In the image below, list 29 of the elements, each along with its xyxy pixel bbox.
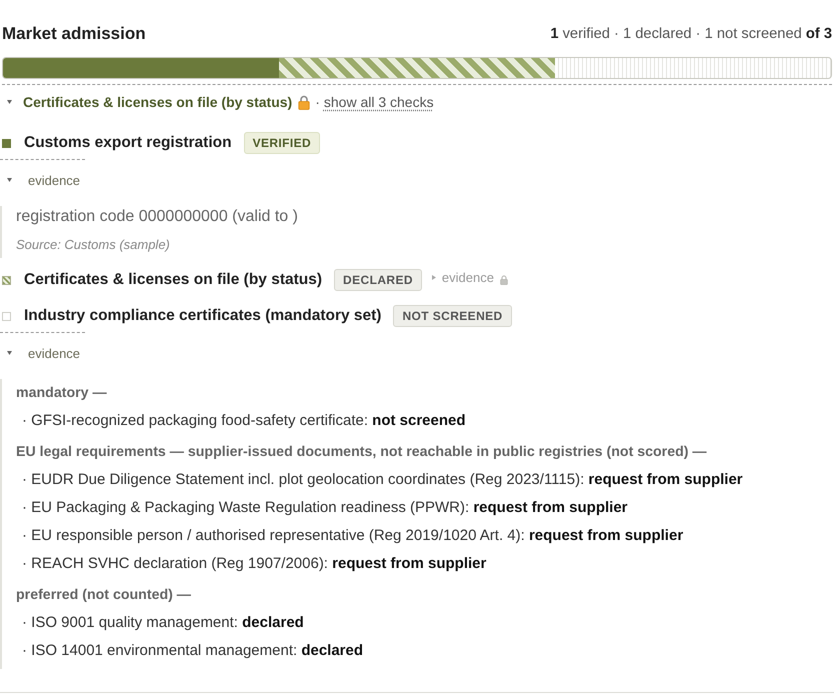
status-badge: NOT SCREENED xyxy=(393,305,512,327)
show-all-link[interactable]: show all 3 checks xyxy=(324,94,434,110)
middle-dot: · xyxy=(315,94,320,110)
requirement-item: · EU Packaging & Packaging Waste Regulation readiness (PPWR): request from supplier xyxy=(21,498,629,518)
requirement-item: · GFSI-recognized packaging food-safety certificate: not screened xyxy=(21,411,467,431)
caret-down-icon[interactable] xyxy=(7,351,12,355)
status-badge: VERIFIED xyxy=(244,132,320,154)
filter-toggle[interactable]: Certificates & licenses on file (by status) xyxy=(2,94,292,110)
evidence-toggle[interactable]: evidence xyxy=(2,344,80,362)
requirement-item: · ISO 14001 environmental management: declared xyxy=(21,641,364,661)
record-text: registration code 0000000000 (valid to ) xyxy=(16,207,299,227)
caret-down-icon[interactable] xyxy=(7,178,12,182)
caret-down-icon[interactable] xyxy=(7,100,12,104)
requirement-item: · EU responsible person / authorised representative (Reg 2019/1020 Art. 4): request from supplier xyxy=(21,526,684,546)
check-title: Certificates & licenses on file (by status) xyxy=(24,271,322,289)
evidence-toggle[interactable]: evidence xyxy=(2,171,80,189)
status-badge: DECLARED xyxy=(334,269,422,291)
group-heading: mandatory — xyxy=(16,384,108,403)
summary-text: 1 verified · 1 declared · 1 not screened of 3 xyxy=(550,26,832,42)
check-title: Customs export registration xyxy=(24,134,232,152)
section-title: Market admission xyxy=(2,24,146,44)
requirement-item: · ISO 9001 quality management: declared xyxy=(21,613,305,633)
group-heading: EU legal requirements — supplier-issued documents, not reachable in public registries (not scored) — xyxy=(16,443,708,462)
check-title: Industry compliance certificates (mandatory set) xyxy=(24,307,382,325)
requirement-item: · EUDR Due Diligence Statement incl. plot geolocation coordinates (Reg 2023/1115): request from supplier xyxy=(21,470,744,490)
group-heading: preferred (not counted) — xyxy=(16,586,192,605)
source-note: Source: Customs (sample) xyxy=(16,236,171,254)
evidence-toggle[interactable]: evidence xyxy=(432,268,494,286)
requirement-item: · REACH SVHC declaration (Reg 1907/2006): request from supplier xyxy=(21,554,488,574)
